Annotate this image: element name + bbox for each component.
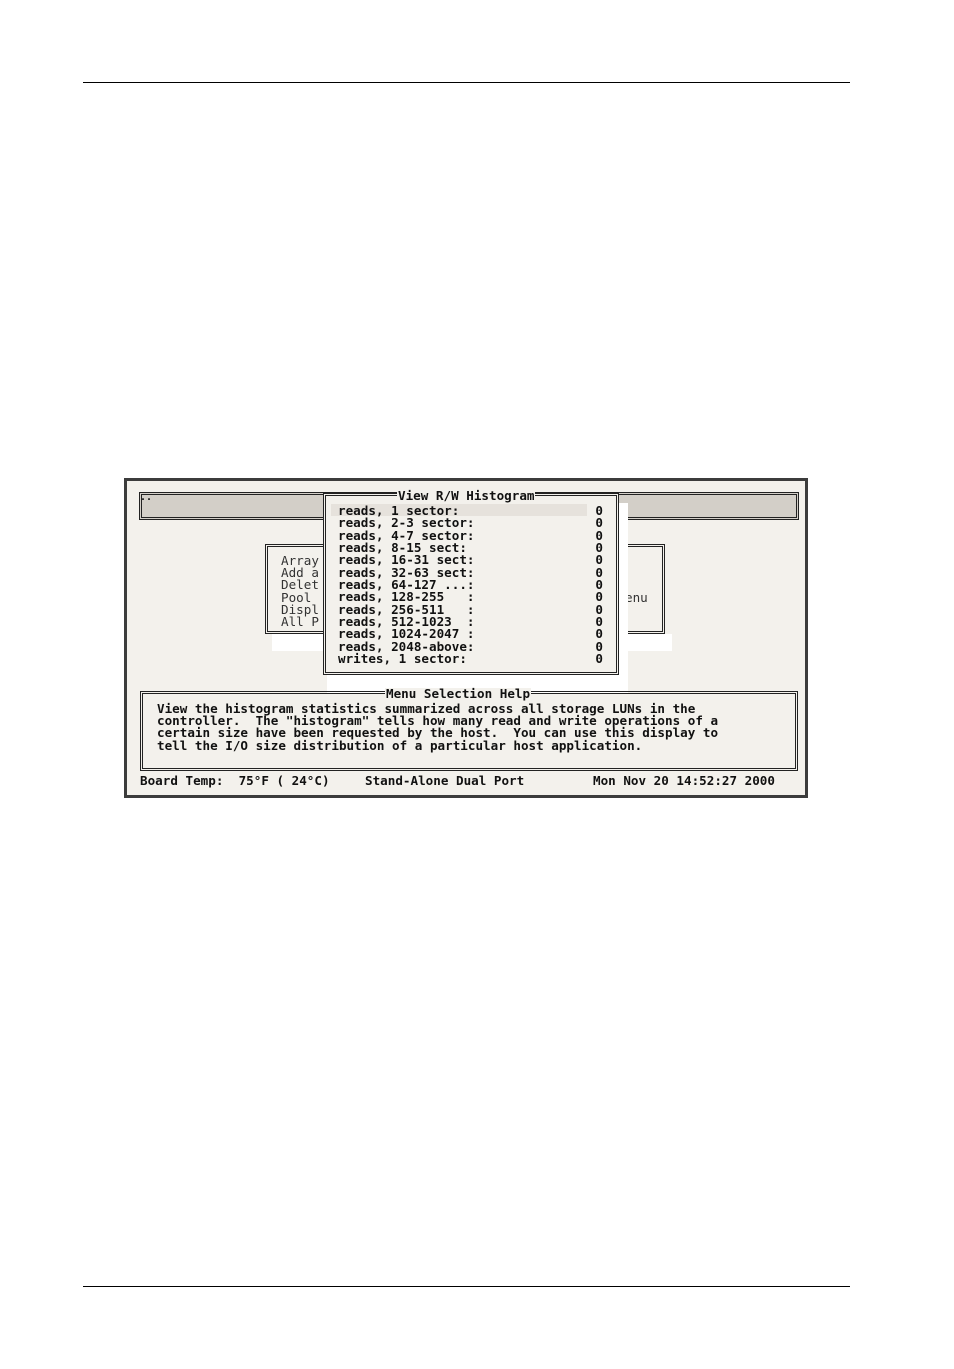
status-mode: Stand-Alone Dual Port xyxy=(365,773,525,788)
terminal-screenshot: .. Array Add a Delet Pool Displ All P en… xyxy=(124,478,808,798)
histogram-row-value: 0 xyxy=(595,651,603,666)
status-board-temp: Board Temp: 75°F ( 24°C) xyxy=(140,773,330,788)
menu-fragment-text: enu xyxy=(625,590,648,605)
menu-item-all[interactable]: All P xyxy=(281,615,319,628)
page-footer-rule xyxy=(83,1286,850,1287)
help-panel-title: Menu Selection Help xyxy=(385,686,532,701)
histogram-title: View R/W Histogram xyxy=(397,488,536,503)
histogram-row-label[interactable]: writes, 1 sector: xyxy=(338,652,467,665)
corner-marker: .. xyxy=(140,492,153,503)
help-text-line: tell the I/O size distribution of a part… xyxy=(157,738,643,753)
status-datetime: Mon Nov 20 14:52:27 2000 xyxy=(593,773,775,788)
page-header-rule xyxy=(83,82,850,83)
